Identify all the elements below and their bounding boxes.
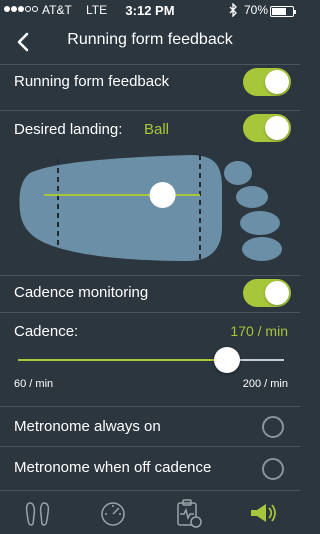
desired-landing-label: Desired landing:: [14, 121, 123, 138]
form-feedback-row: Running form feedback: [0, 64, 300, 100]
landing-slider-thumb: [149, 182, 176, 208]
foot-diagram[interactable]: [16, 147, 286, 265]
desired-landing-toggle[interactable]: [243, 114, 291, 142]
cadence-max-label: 200 / min: [242, 378, 288, 390]
metronome-off-cadence-row[interactable]: Metronome when off cadence: [0, 446, 300, 490]
foot-toe: [242, 237, 282, 261]
foot-sole-shape: [19, 155, 223, 261]
clipboard-heartrate-icon[interactable]: [172, 497, 204, 529]
megaphone-icon[interactable]: [246, 497, 278, 529]
foot-toe: [240, 211, 280, 235]
battery-percent: 70%: [244, 3, 269, 17]
metronome-off-cadence-radio[interactable]: [262, 458, 284, 480]
desired-landing-section: Desired landing: Ball: [0, 110, 300, 268]
metronome-off-cadence-label: Metronome when off cadence: [14, 459, 212, 476]
desired-landing-value: Ball: [144, 121, 170, 138]
bluetooth-icon: [229, 3, 237, 17]
cadence-label: Cadence:: [14, 323, 79, 340]
metronome-always-radio[interactable]: [262, 416, 284, 438]
metronome-always-row[interactable]: Metronome always on: [0, 406, 300, 446]
battery-icon: [270, 6, 296, 17]
battery-level-fill: [272, 8, 286, 15]
cadence-min-label: 60 / min: [14, 378, 54, 390]
metronome-always-label: Metronome always on: [14, 418, 161, 435]
page-title: Running form feedback: [67, 31, 233, 48]
form-feedback-label: Running form feedback: [14, 73, 170, 90]
footprints-icon[interactable]: [22, 497, 54, 529]
cadence-monitoring-toggle[interactable]: [243, 279, 291, 307]
navigation-bar: Running form feedback: [0, 20, 300, 64]
cadence-section: Cadence: 170 / min 60 / min 200 / min: [0, 312, 300, 394]
form-feedback-toggle[interactable]: [243, 68, 291, 96]
foot-toe: [224, 161, 252, 185]
tab-bar: [0, 490, 300, 534]
cadence-slider-thumb[interactable]: [214, 347, 240, 373]
foot-toe: [236, 186, 268, 208]
speedometer-icon[interactable]: [97, 497, 129, 529]
cadence-monitoring-label: Cadence monitoring: [14, 284, 149, 301]
cadence-monitoring-row: Cadence monitoring: [0, 275, 300, 309]
status-bar: AT&T LTE 3:12 PM 70%: [0, 0, 300, 20]
cadence-slider-fill: [18, 359, 227, 361]
cadence-value: 170 / min: [230, 323, 288, 339]
